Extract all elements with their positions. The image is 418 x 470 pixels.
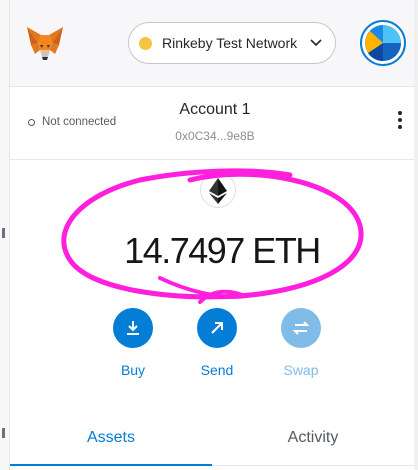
edge-marker [2, 428, 5, 438]
swap-label: Swap [283, 362, 319, 378]
swap-button[interactable]: Swap [266, 308, 336, 378]
arrow-up-right-icon [197, 308, 237, 348]
connection-status[interactable]: Not connected [28, 116, 116, 128]
right-window-edge [414, 0, 418, 470]
action-buttons: Buy Send Swap [10, 308, 414, 383]
network-status-dot [139, 36, 152, 50]
network-selector[interactable]: Rinkeby Test Network [128, 22, 336, 64]
buy-label: Buy [120, 362, 146, 378]
buy-button[interactable]: Buy [98, 308, 168, 378]
download-icon [113, 308, 153, 348]
account-address[interactable]: 0x0C34...9e8B [140, 129, 290, 143]
send-label: Send [200, 362, 234, 378]
account-avatar[interactable] [360, 20, 406, 66]
swap-icon [281, 308, 321, 348]
edge-marker [2, 228, 5, 238]
metamask-fox-logo[interactable] [25, 23, 65, 63]
ethereum-icon [200, 172, 236, 208]
balance-amount: 14.7497 ETH [124, 230, 321, 271]
metamask-popup: Rinkeby Test Network Not connected Accou… [10, 0, 414, 470]
tab-activity[interactable]: Activity [212, 410, 414, 466]
asset-tabs: Assets Activity [10, 410, 414, 466]
kebab-menu-icon[interactable] [396, 111, 404, 133]
connection-status-label: Not connected [42, 116, 117, 128]
left-window-edge [0, 0, 10, 470]
chevron-down-icon [310, 39, 322, 47]
account-bar: Not connected Account 1 0x0C34...9e8B [10, 87, 414, 160]
connection-status-dot [28, 118, 35, 126]
account-name[interactable]: Account 1 [140, 101, 290, 119]
tab-assets[interactable]: Assets [10, 410, 212, 466]
app-header: Rinkeby Test Network [10, 0, 414, 87]
network-label: Rinkeby Test Network [162, 35, 298, 51]
send-button[interactable]: Send [182, 308, 252, 378]
